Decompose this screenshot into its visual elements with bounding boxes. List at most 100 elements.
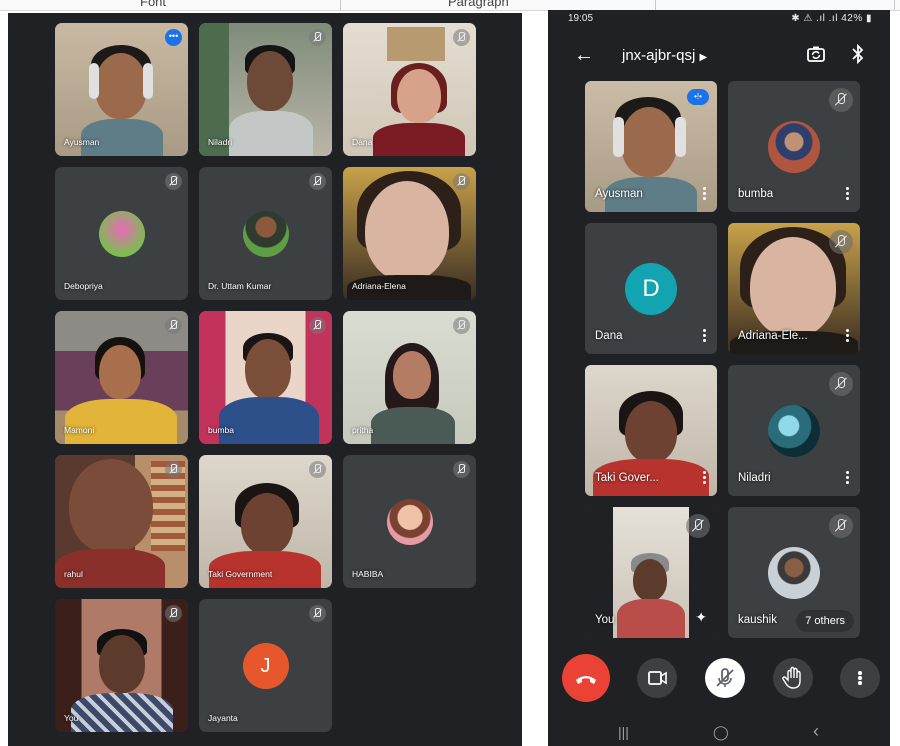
letter-avatar: J bbox=[242, 642, 289, 689]
participant-tile-pritha[interactable]: pritha bbox=[343, 311, 476, 444]
participant-tile-uttam-kumar[interactable]: Dr. Uttam Kumar bbox=[199, 167, 332, 300]
sparkle-icon[interactable]: ✦ bbox=[695, 609, 707, 626]
participant-tile-bumba[interactable]: bumba bbox=[199, 311, 332, 444]
more-options-icon[interactable] bbox=[846, 471, 850, 485]
mic-off-icon bbox=[686, 514, 710, 538]
profile-avatar bbox=[768, 546, 820, 599]
participant-tile-dana[interactable]: Dana bbox=[343, 23, 476, 156]
meeting-code: jnx-ajbr-qsj bbox=[622, 47, 696, 64]
profile-avatar bbox=[768, 120, 820, 173]
participant-name: Dana bbox=[352, 137, 373, 147]
ribbon-paragraph-label: Paragraph bbox=[448, 0, 509, 9]
more-options-icon[interactable]: ••• bbox=[165, 29, 182, 46]
call-controls bbox=[548, 646, 890, 708]
more-options-icon[interactable] bbox=[703, 187, 707, 201]
meeting-code-button[interactable]: jnx-ajbr-qsj ▶ bbox=[622, 47, 707, 64]
participant-name: Niladri bbox=[738, 472, 771, 484]
profile-avatar bbox=[242, 210, 289, 257]
others-count-badge[interactable]: 7 others bbox=[796, 610, 854, 632]
participant-tile-niladri[interactable]: Niladri bbox=[199, 23, 332, 156]
mic-off-icon bbox=[309, 29, 326, 46]
participant-name: Taki Government bbox=[208, 569, 273, 579]
switch-camera-icon[interactable] bbox=[806, 44, 826, 64]
participant-name: bumba bbox=[738, 188, 774, 200]
participant-name: HABIBA bbox=[352, 569, 384, 579]
participant-name: Debopriya bbox=[64, 281, 103, 291]
participant-name: Adriana-Ele... bbox=[738, 330, 808, 342]
participant-tile-adriana-elena[interactable]: Adriana-Elena bbox=[343, 167, 476, 300]
mic-off-icon bbox=[829, 88, 853, 112]
more-options-button[interactable] bbox=[840, 658, 880, 698]
mic-off-icon bbox=[453, 29, 470, 46]
phone-tile-bumba[interactable]: bumba bbox=[728, 81, 860, 212]
more-options-icon[interactable] bbox=[846, 187, 850, 201]
participant-name: Dana bbox=[595, 330, 623, 342]
profile-avatar bbox=[386, 498, 433, 545]
participant-name: Jayanta bbox=[208, 713, 238, 723]
end-call-icon bbox=[576, 676, 596, 684]
more-options-icon[interactable] bbox=[703, 329, 707, 343]
mic-off-icon bbox=[165, 173, 182, 190]
participant-name: Niladri bbox=[208, 137, 233, 147]
nav-back-button[interactable]: ‹ bbox=[813, 721, 819, 742]
mic-off-icon bbox=[309, 317, 326, 334]
status-time: 19:05 bbox=[568, 13, 594, 24]
phone-tile-niladri[interactable]: Niladri bbox=[728, 365, 860, 496]
raise-hand-icon bbox=[782, 666, 801, 689]
home-button[interactable]: ◯ bbox=[713, 724, 729, 741]
ribbon-font-label: Font bbox=[140, 0, 167, 9]
participant-name: rahul bbox=[64, 569, 83, 579]
participant-tile-taki-government[interactable]: Taki Government bbox=[199, 455, 332, 588]
more-options-icon bbox=[858, 671, 862, 685]
participant-name: Mamoni bbox=[64, 425, 95, 435]
participant-tile-jayanta[interactable]: J Jayanta bbox=[199, 599, 332, 732]
raise-hand-button[interactable] bbox=[773, 658, 813, 698]
camera-toggle-button[interactable] bbox=[637, 658, 677, 698]
participant-name: You bbox=[64, 713, 79, 723]
mic-off-icon bbox=[165, 605, 182, 622]
mic-off-icon bbox=[309, 605, 326, 622]
participant-name: Ayusman bbox=[595, 188, 643, 200]
phone-tile-ayusman[interactable]: •!• Ayusman bbox=[585, 81, 717, 212]
profile-avatar bbox=[768, 404, 820, 457]
participant-tile-ayusman[interactable]: ••• Ayusman bbox=[55, 23, 188, 156]
mic-off-icon bbox=[829, 230, 853, 254]
meeting-top-bar: ← jnx-ajbr-qsj ▶ bbox=[548, 38, 890, 78]
recent-apps-button[interactable]: ||| bbox=[618, 724, 629, 740]
participant-name: bumba bbox=[208, 425, 234, 435]
mic-off-icon bbox=[829, 372, 853, 396]
mic-toggle-button[interactable] bbox=[705, 658, 745, 698]
phone-tile-you[interactable]: You ✦ bbox=[585, 507, 717, 638]
phone-tile-taki-government[interactable]: Taki Gover... bbox=[585, 365, 717, 496]
camera-icon bbox=[648, 671, 667, 685]
mic-off-icon bbox=[716, 668, 734, 687]
participant-tile-debopriya[interactable]: Debopriya bbox=[55, 167, 188, 300]
participant-name: Ayusman bbox=[64, 137, 100, 147]
more-options-icon[interactable] bbox=[846, 329, 850, 343]
mic-off-icon bbox=[165, 317, 182, 334]
phone-tile-kaushik[interactable]: kaushik 7 others bbox=[728, 507, 860, 638]
desktop-meet-grid: ••• Ayusman Niladri Dana Debopriya Dr. U… bbox=[8, 13, 522, 746]
more-options-icon[interactable] bbox=[703, 471, 707, 485]
back-arrow-icon[interactable]: ← bbox=[574, 44, 594, 67]
letter-avatar: D bbox=[625, 262, 677, 315]
participant-tile-rahul[interactable]: rahul bbox=[55, 455, 188, 588]
phone-tile-adriana-elena[interactable]: Adriana-Ele... bbox=[728, 223, 860, 354]
participant-tile-mamoni[interactable]: Mamoni bbox=[55, 311, 188, 444]
bluetooth-icon[interactable] bbox=[850, 44, 866, 64]
status-system-icons: ✱ ⚠ .ıl .ıl 42% ▮ bbox=[791, 13, 872, 24]
profile-avatar bbox=[98, 210, 145, 257]
phone-tile-dana[interactable]: D Dana bbox=[585, 223, 717, 354]
ribbon-divider bbox=[340, 0, 341, 10]
participant-name: You bbox=[595, 614, 615, 626]
participant-tile-habiba[interactable]: HABIBA bbox=[343, 455, 476, 588]
mobile-meet-screen: 19:05 ✱ ⚠ .ıl .ıl 42% ▮ ← jnx-ajbr-qsj ▶ bbox=[548, 10, 890, 746]
status-bar: 19:05 ✱ ⚠ .ıl .ıl 42% ▮ bbox=[548, 10, 890, 30]
participant-name: Adriana-Elena bbox=[352, 281, 406, 291]
chevron-right-icon: ▶ bbox=[699, 52, 708, 63]
participant-name: Dr. Uttam Kumar bbox=[208, 281, 272, 291]
ribbon-divider bbox=[655, 0, 656, 10]
mic-off-icon bbox=[453, 173, 470, 190]
participant-tile-you[interactable]: You bbox=[55, 599, 188, 732]
end-call-button[interactable] bbox=[562, 654, 610, 702]
